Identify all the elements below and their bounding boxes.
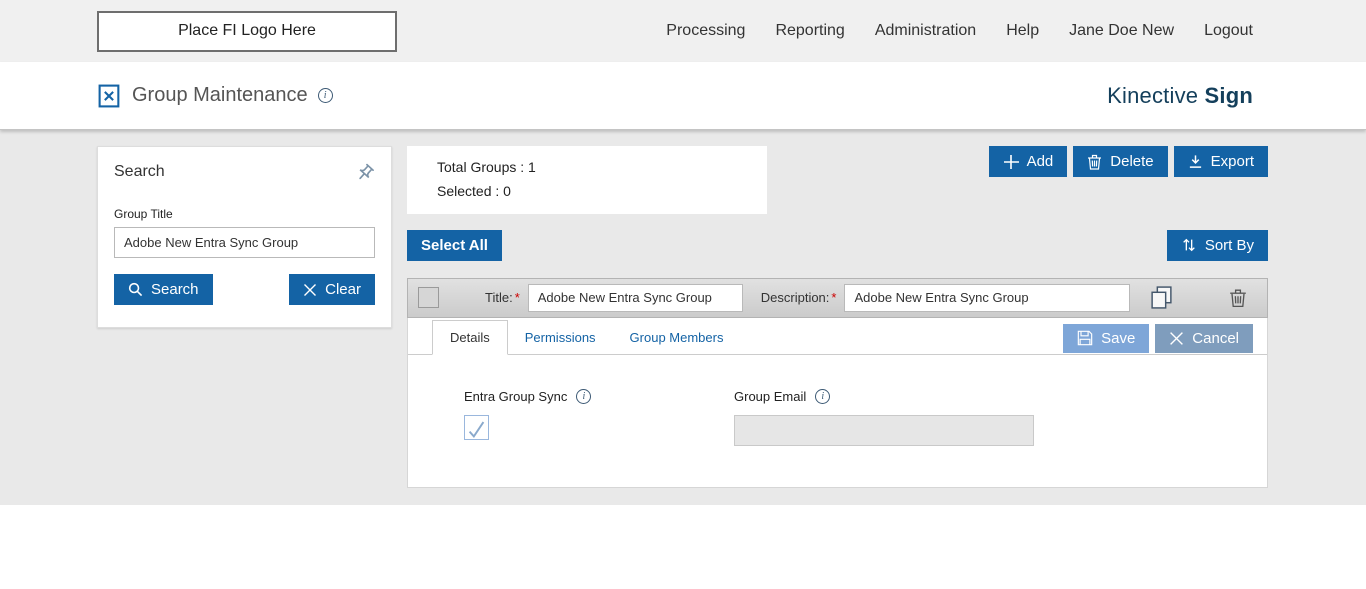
group-email-info-icon[interactable]: i [815,389,830,404]
total-groups-count: Total Groups : 1 [437,156,737,180]
search-icon [128,282,143,297]
delete-button[interactable]: Delete [1073,146,1167,177]
save-button[interactable]: Save [1063,324,1149,353]
row-checkbox[interactable] [418,287,439,308]
description-input[interactable] [844,284,1130,312]
x-icon [303,283,317,297]
download-icon [1188,154,1203,169]
entra-group-sync-checkbox[interactable] [464,415,489,440]
description-label: Description:* [761,290,837,305]
nav-user-menu[interactable]: Jane Doe New [1069,22,1174,40]
sort-by-button[interactable]: Sort By [1167,230,1268,261]
copy-icon [1150,298,1173,313]
entra-group-sync-info-icon[interactable]: i [576,389,591,404]
group-title-input[interactable] [114,227,375,258]
sort-icon [1181,237,1197,253]
search-panel: Search Group Title Search [97,146,392,328]
details-tab-content: Entra Group Sync i Group Email [408,355,1267,487]
group-email-input [734,415,1034,446]
entra-group-sync-label: Entra Group Sync [464,389,567,404]
nav-processing[interactable]: Processing [666,22,745,40]
selected-count: Selected : 0 [437,180,737,204]
title-input[interactable] [528,284,743,312]
checkmark-icon [468,420,485,439]
search-panel-title: Search [114,163,165,181]
brand-logo: Kinective Sign [1107,83,1253,109]
row-delete-button[interactable] [1229,288,1247,308]
group-maintenance-icon [97,83,122,109]
search-button[interactable]: Search [114,274,213,305]
save-icon [1077,330,1093,346]
page-header: Group Maintenance i Kinective Sign [0,62,1366,130]
nav-help[interactable]: Help [1006,22,1039,40]
main-panel: Total Groups : 1 Selected : 0 Add [407,146,1268,488]
tabs-bar: Details Permissions Group Members Save [408,318,1267,355]
group-title-label: Group Title [114,207,375,221]
clear-button[interactable]: Clear [289,274,375,305]
export-button[interactable]: Export [1174,146,1268,177]
content-area: Search Group Title Search [0,130,1366,505]
top-nav: Processing Reporting Administration Help… [666,22,1253,40]
add-button[interactable]: Add [989,146,1068,177]
x-icon [1169,331,1184,346]
top-bar: Place FI Logo Here Processing Reporting … [0,0,1366,62]
summary-card: Total Groups : 1 Selected : 0 [407,146,767,214]
trash-icon [1087,154,1102,170]
trash-icon [1229,296,1247,311]
copy-button[interactable] [1150,285,1173,310]
fi-logo-placeholder: Place FI Logo Here [97,11,397,52]
required-marker: * [831,290,836,305]
group-email-label: Group Email [734,389,806,404]
toolbar: Add Delete [989,146,1268,177]
required-marker: * [515,290,520,305]
group-row: Title:* Description:* [407,278,1268,318]
page-title: Group Maintenance [132,84,308,107]
page-title-info-icon[interactable]: i [318,88,333,103]
select-all-button[interactable]: Select All [407,230,502,261]
tab-details[interactable]: Details [432,320,508,355]
nav-administration[interactable]: Administration [875,22,976,40]
group-card: Title:* Description:* [407,278,1268,488]
title-label: Title:* [485,290,520,305]
brand-first: Kinective [1107,83,1198,108]
brand-second: Sign [1205,83,1253,108]
cancel-button[interactable]: Cancel [1155,324,1253,353]
pin-icon[interactable] [355,163,375,183]
nav-logout[interactable]: Logout [1204,22,1253,40]
nav-reporting[interactable]: Reporting [775,22,844,40]
plus-icon [1003,154,1019,170]
tab-group-members[interactable]: Group Members [613,321,741,354]
tab-permissions[interactable]: Permissions [508,321,613,354]
